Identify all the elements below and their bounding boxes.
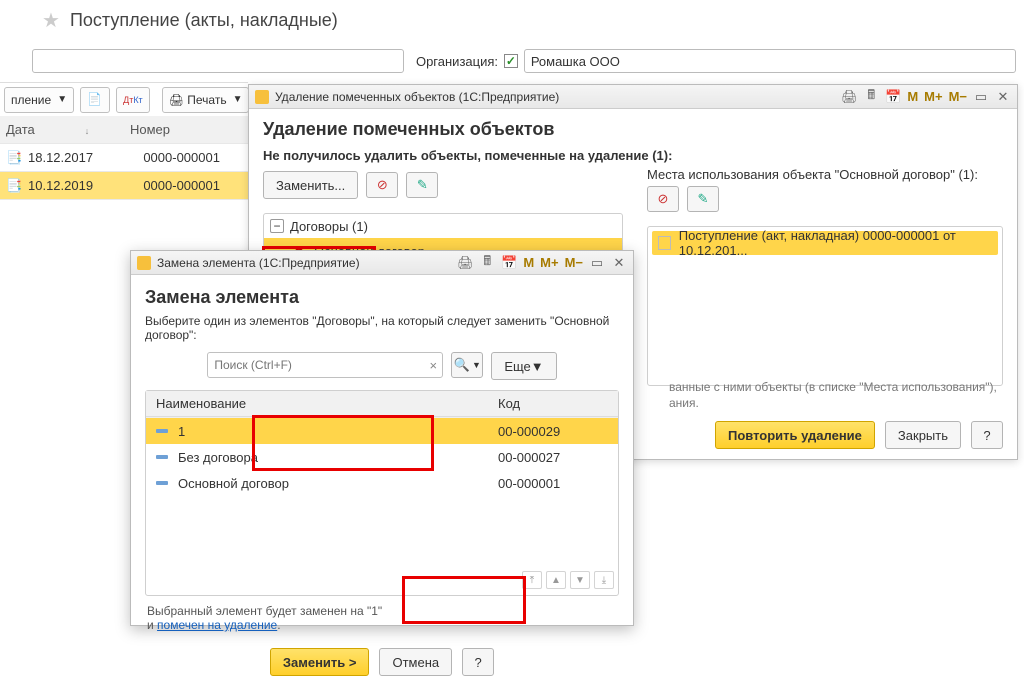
deletion-fail-text: Не получилось удалить объекты, помеченны… — [249, 144, 1017, 167]
document-row-icon: 📑 — [6, 150, 22, 166]
titlebar-print-icon[interactable]: 🖨 — [457, 255, 473, 271]
deletion-hint: ванные с ними объекты (в списке "Места и… — [669, 379, 999, 411]
usage-list: Поступление (акт, накладная) 0000-000001… — [647, 226, 1003, 386]
go-down-button[interactable]: ▼ — [570, 571, 590, 589]
mem-m-button[interactable]: M — [523, 255, 534, 270]
table-header: Наименование Код — [146, 391, 618, 417]
organization-checkbox[interactable] — [504, 54, 518, 68]
table-row[interactable]: Без договора 00-000027 — [146, 444, 618, 470]
app-1c-icon — [137, 256, 151, 270]
mode-dropdown[interactable]: пление▼ — [4, 87, 74, 113]
col-code-header[interactable]: Код — [498, 396, 618, 411]
edit-button[interactable]: ✎ — [406, 172, 438, 198]
deletion-window-title: Удаление помеченных объектов (1С:Предпри… — [275, 90, 559, 104]
favorite-star-icon[interactable]: ★ — [42, 8, 60, 33]
usage-row[interactable]: Поступление (акт, накладная) 0000-000001… — [652, 231, 998, 255]
window-close-icon[interactable]: ✕ — [611, 255, 627, 271]
replace-button[interactable]: Заменить... — [263, 171, 358, 199]
mem-mplus-button[interactable]: M+ — [540, 255, 558, 270]
replace-window-title: Замена элемента (1С:Предприятие) — [157, 256, 360, 270]
toolbar-dtkt-btn[interactable]: ДтКт — [116, 87, 150, 113]
usage-delete-button[interactable]: ⊘ — [647, 186, 679, 212]
more-button[interactable]: Еще▼ — [491, 352, 556, 380]
top-bar: ★ Поступление (акты, накладные) — [0, 0, 1024, 40]
document-row-icon: 📑 — [6, 178, 22, 194]
item-icon — [156, 429, 168, 433]
replace-footer-text: Выбранный элемент будет заменен на "1" и… — [145, 596, 619, 632]
help-button[interactable]: ? — [462, 648, 494, 676]
app-1c-icon — [255, 90, 269, 104]
search-input-wrapper: × — [207, 352, 443, 378]
document-icon — [658, 236, 671, 250]
table-row[interactable]: Основной договор 00-000001 — [146, 470, 618, 496]
delete-mark-icon: ⊘ — [658, 191, 669, 207]
retry-deletion-button[interactable]: Повторить удаление — [715, 421, 875, 449]
grid-col-number-header[interactable]: Номер — [130, 122, 248, 137]
search-go-button[interactable]: 🔍▼ — [451, 352, 483, 378]
pencil-icon: ✎ — [698, 191, 709, 207]
tree-collapse-icon[interactable]: − — [270, 219, 284, 233]
grid-col-date-header[interactable]: Дата — [6, 122, 35, 137]
replace-window-titlebar[interactable]: Замена элемента (1С:Предприятие) 🖨 🖩 📅 M… — [131, 251, 633, 275]
deletion-window-titlebar[interactable]: Удаление помеченных объектов (1С:Предпри… — [249, 85, 1017, 109]
clear-search-icon[interactable]: × — [424, 358, 442, 373]
mem-mplus-button[interactable]: M+ — [924, 89, 942, 104]
pencil-icon: ✎ — [417, 177, 428, 193]
delete-mark-icon: ⊘ — [377, 177, 388, 193]
nav-back-button[interactable] — [8, 10, 28, 30]
window-minimize-icon[interactable]: ▭ — [589, 255, 605, 271]
sheet-icon: 📄 — [87, 92, 103, 108]
table-row[interactable]: 1 00-000029 — [146, 418, 618, 444]
delete-mark-button[interactable]: ⊘ — [366, 172, 398, 198]
page-title: Поступление (акты, накладные) — [70, 10, 338, 31]
filter-bar: Организация: Ромашка ООО — [0, 44, 1024, 78]
go-up-button[interactable]: ▲ — [546, 571, 566, 589]
mem-mminus-button[interactable]: M− — [565, 255, 583, 270]
replace-heading: Замена элемента — [145, 285, 619, 314]
cancel-button[interactable]: Отмена — [379, 648, 452, 676]
usage-heading: Места использования объекта "Основной до… — [647, 167, 1003, 182]
titlebar-calc-icon[interactable]: 🖩 — [479, 255, 495, 271]
item-icon — [156, 481, 168, 485]
print-button[interactable]: 🖨 Печать▼ — [162, 87, 250, 113]
help-button[interactable]: ? — [971, 421, 1003, 449]
mem-m-button[interactable]: M — [907, 89, 918, 104]
grid-row[interactable]: 📑 10.12.2019 0000-000001 — [0, 172, 248, 200]
documents-grid: Дата ↓ Номер 📑 18.12.2017 0000-000001 📑 1… — [0, 116, 248, 200]
item-icon — [156, 455, 168, 459]
titlebar-calendar-icon[interactable]: 📅 — [885, 89, 901, 105]
organization-input[interactable]: Ромашка ООО — [524, 49, 1016, 73]
mark-for-deletion-link[interactable]: помечен на удаление — [157, 618, 277, 632]
magnifier-icon: 🔍 — [454, 357, 470, 373]
mem-mminus-button[interactable]: M− — [949, 89, 967, 104]
close-button[interactable]: Закрыть — [885, 421, 961, 449]
deletion-heading: Удаление помеченных объектов — [249, 109, 1017, 144]
grid-row[interactable]: 📑 18.12.2017 0000-000001 — [0, 144, 248, 172]
search-input[interactable] — [208, 358, 424, 372]
contractor-filter-input[interactable] — [32, 49, 404, 73]
titlebar-print-icon[interactable]: 🖨 — [841, 89, 857, 105]
window-close-icon[interactable]: ✕ — [995, 89, 1011, 105]
sort-indicator-icon: ↓ — [85, 126, 90, 136]
list-nav-buttons: ⤒ ▲ ▼ ⤓ — [146, 565, 618, 595]
apply-replace-button[interactable]: Заменить > — [270, 648, 370, 676]
titlebar-calendar-icon[interactable]: 📅 — [501, 255, 517, 271]
replacement-table: Наименование Код 1 00-000029 Без договор… — [145, 390, 619, 596]
grid-header: Дата ↓ Номер — [0, 116, 248, 144]
go-first-button[interactable]: ⤒ — [522, 571, 542, 589]
window-minimize-icon[interactable]: ▭ — [973, 89, 989, 105]
left-toolbar: пление▼ 📄 ДтКт 🖨 Печать▼ — [0, 82, 248, 116]
col-name-header[interactable]: Наименование — [146, 396, 498, 411]
tree-group-row[interactable]: − Договоры (1) — [264, 214, 622, 238]
titlebar-calc-icon[interactable]: 🖩 — [863, 89, 879, 105]
usage-edit-button[interactable]: ✎ — [687, 186, 719, 212]
printer-icon: 🖨 — [169, 93, 184, 107]
replace-window: Замена элемента (1С:Предприятие) 🖨 🖩 📅 M… — [130, 250, 634, 626]
toolbar-icon-btn-1[interactable]: 📄 — [80, 87, 110, 113]
go-last-button[interactable]: ⤓ — [594, 571, 614, 589]
organization-label: Организация: — [416, 54, 498, 69]
replace-instruction: Выберите один из элементов "Договоры", н… — [145, 314, 619, 342]
